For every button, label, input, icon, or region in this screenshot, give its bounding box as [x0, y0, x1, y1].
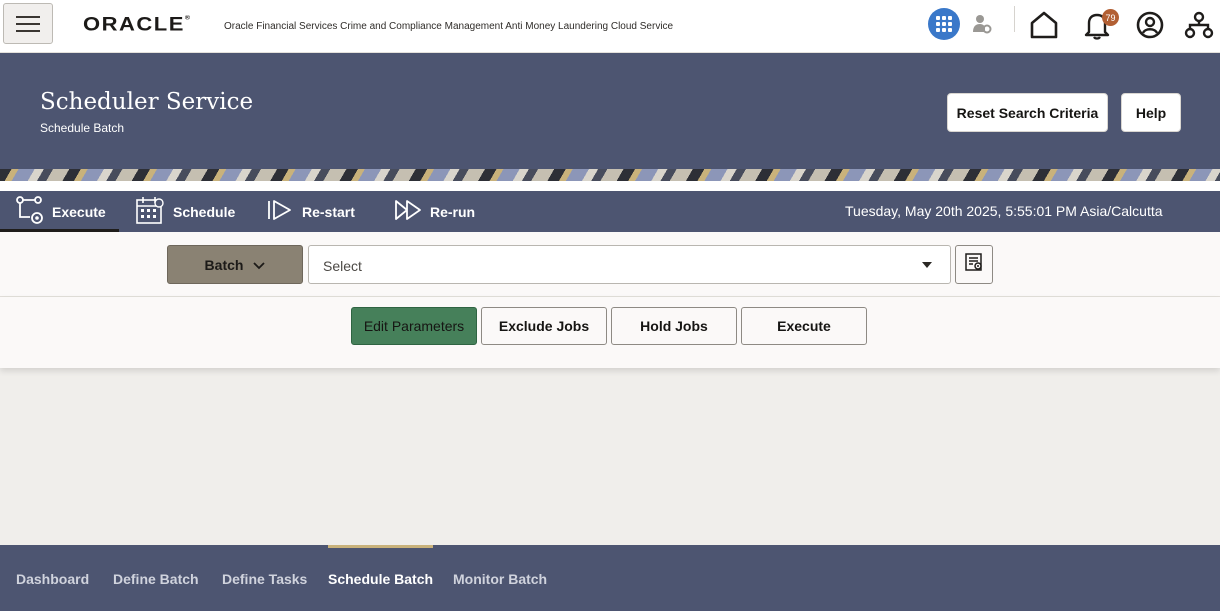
- product-name: Oracle Financial Services Crime and Comp…: [224, 21, 674, 32]
- tab-schedule[interactable]: Schedule: [135, 191, 235, 232]
- batch-select-input[interactable]: Select: [308, 245, 951, 284]
- user-profile-icon[interactable]: [1135, 10, 1165, 40]
- tab-restart-label: Re-start: [302, 203, 355, 220]
- chevron-down-icon: [253, 257, 266, 273]
- list-view-icon: [964, 252, 984, 277]
- dropdown-caret-icon: [922, 262, 932, 268]
- batch-type-label: Batch: [204, 256, 244, 273]
- sitemap-icon[interactable]: [1184, 10, 1214, 40]
- header-gap: [0, 181, 1220, 191]
- execute-button[interactable]: Execute: [741, 307, 867, 345]
- view-details-button[interactable]: [955, 245, 993, 284]
- batch-select-placeholder: Select: [323, 258, 362, 274]
- home-icon[interactable]: [1029, 10, 1059, 40]
- tab-rerun[interactable]: Re-run: [394, 191, 475, 232]
- execute-flow-icon: [16, 195, 44, 228]
- user-settings-icon[interactable]: [972, 14, 992, 34]
- current-datetime: Tuesday, May 20th 2025, 5:55:01 PM Asia/…: [845, 203, 1163, 219]
- edit-parameters-button[interactable]: Edit Parameters: [351, 307, 477, 345]
- toolbar-divider: [1014, 6, 1015, 32]
- reset-search-criteria-button[interactable]: Reset Search Criteria: [947, 93, 1108, 132]
- help-button[interactable]: Help: [1121, 93, 1181, 132]
- page-title: Scheduler Service: [40, 89, 254, 115]
- decorative-pattern-strip: [0, 169, 1220, 181]
- footer-nav-monitor-batch[interactable]: Monitor Batch: [453, 545, 547, 611]
- oracle-logo: ORACLE®: [83, 12, 191, 35]
- calendar-icon: [135, 195, 165, 228]
- hamburger-menu-icon[interactable]: [3, 3, 53, 44]
- apps-grid-icon[interactable]: [928, 8, 960, 40]
- batch-type-dropdown-button[interactable]: Batch: [167, 245, 303, 284]
- tab-schedule-label: Schedule: [173, 203, 236, 220]
- actions-row: [0, 297, 1220, 368]
- tab-rerun-label: Re-run: [430, 203, 476, 220]
- tab-execute[interactable]: Execute: [16, 191, 106, 232]
- footer-nav-define-tasks[interactable]: Define Tasks: [222, 545, 307, 611]
- footer-nav-schedule-batch[interactable]: Schedule Batch: [328, 545, 434, 611]
- tab-execute-label: Execute: [52, 203, 106, 220]
- hold-jobs-button[interactable]: Hold Jobs: [611, 307, 737, 345]
- restart-icon: [266, 198, 294, 225]
- footer-nav-dashboard[interactable]: Dashboard: [16, 545, 89, 611]
- footer-nav-define-batch[interactable]: Define Batch: [113, 545, 199, 611]
- rerun-icon: [394, 198, 422, 225]
- page-subtitle: Schedule Batch: [40, 121, 125, 135]
- tab-restart[interactable]: Re-start: [266, 191, 355, 232]
- notification-badge: 79: [1102, 9, 1119, 26]
- exclude-jobs-button[interactable]: Exclude Jobs: [481, 307, 607, 345]
